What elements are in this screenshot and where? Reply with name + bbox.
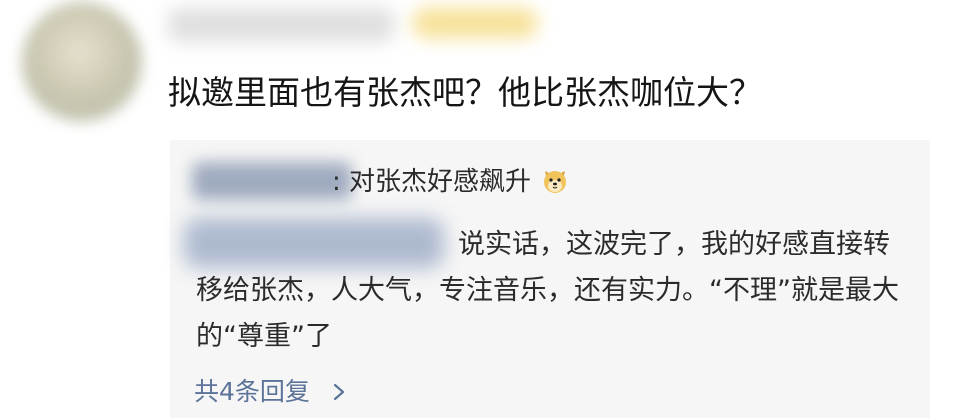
- reply-header-text: : 对张杰好感飙升: [332, 167, 532, 197]
- username-redacted[interactable]: [168, 8, 394, 42]
- chevron-right-icon: [333, 383, 344, 401]
- reply-preview-box[interactable]: : 对张杰好感飙升 说实话，这波完了，我的好感直接转移给张杰，人大气，专注音乐，…: [170, 140, 930, 418]
- avatar[interactable]: [22, 2, 142, 122]
- reply-header: : 对张杰好感飙升: [332, 162, 569, 202]
- view-all-replies-link[interactable]: 共4条回复: [194, 372, 346, 412]
- dog-face-icon: [544, 171, 567, 193]
- view-all-replies-label: 共4条回复: [194, 377, 310, 406]
- comment-text: 拟邀里面也有张杰吧？他比张杰咖位大？: [168, 73, 762, 112]
- reply-body-text: 说实话，这波完了，我的好感直接转移给张杰，人大气，专注音乐，还有实力。“不理”就…: [196, 229, 899, 352]
- user-badge-redacted: [412, 8, 538, 38]
- reply-author-redacted[interactable]: [192, 162, 352, 200]
